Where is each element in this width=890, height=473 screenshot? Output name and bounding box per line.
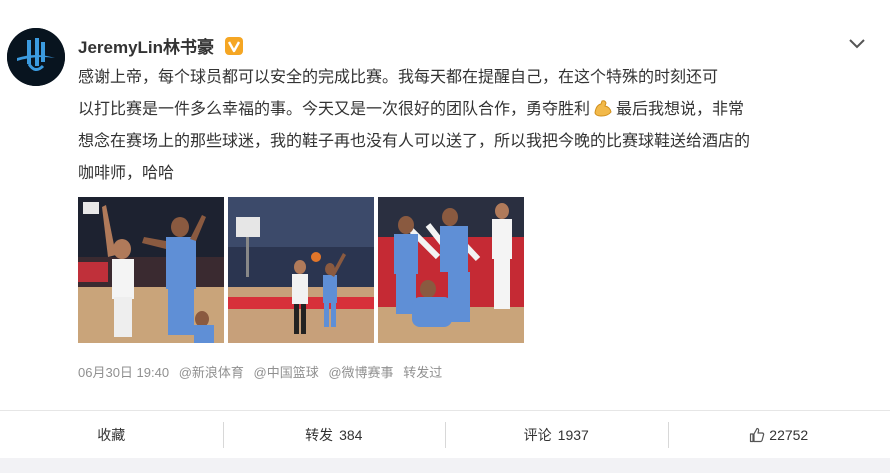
photo-2[interactable] — [228, 197, 374, 343]
post-content: 感谢上帝，每个球员都可以安全的完成比赛。我每天都在提醒自己，在这个特殊的时刻还可… — [78, 62, 878, 190]
favorite-button[interactable]: 收藏 — [0, 411, 223, 458]
weibo-post-card: JeremyLin林书豪 感谢上帝，每个球员都可以安全的完成比赛。我每天都在提醒… — [0, 0, 890, 411]
mention-2[interactable]: @中国篮球 — [254, 365, 319, 380]
post-meta: 06月30日 19:40 @新浪体育 @中国篮球 @微博赛事 转发过 — [78, 362, 448, 381]
like-button[interactable]: 22752 — [667, 411, 890, 458]
mention-1[interactable]: @新浪体育 — [179, 365, 244, 380]
post-text-line-2a: 以打比赛是一件多么幸福的事。今天又是一次很好的团队合作，勇夺胜利 — [78, 101, 591, 118]
thumbs-up-icon — [750, 427, 765, 442]
action-bar: 收藏 转发 384 评论 1937 22752 — [0, 411, 890, 458]
repost-button[interactable]: 转发 384 — [222, 411, 446, 458]
avatar[interactable] — [7, 28, 65, 86]
like-count: 22752 — [769, 426, 809, 443]
post-text-line-1: 感谢上帝，每个球员都可以安全的完成比赛。我每天都在提醒自己，在这个特殊的时刻还可 — [78, 69, 719, 86]
post-text-line-3: 想念在赛场上的那些球迷，我的鞋子再也没有人可以送了，所以我把今晚的比赛球鞋送给酒… — [78, 133, 751, 150]
v-badge-icon — [224, 37, 243, 55]
comment-count: 1937 — [557, 426, 589, 443]
username[interactable]: JeremyLin林书豪 — [78, 33, 243, 58]
repost-note: 转发过 — [403, 365, 443, 380]
favorite-label: 收藏 — [97, 426, 126, 443]
photo-1[interactable] — [78, 197, 224, 343]
post-text-line-2b: 最后我想说，非常 — [616, 101, 745, 118]
comment-label: 评论 — [523, 426, 552, 443]
post-text-line-4: 咖啡师，哈哈 — [78, 165, 175, 182]
repost-count: 384 — [339, 426, 363, 443]
post-text-line-2: 以打比赛是一件多么幸福的事。今天又是一次很好的团队合作，勇夺胜利 最后我想说，非… — [78, 94, 878, 126]
chevron-down-icon[interactable] — [846, 34, 868, 52]
flexed-biceps-icon — [594, 100, 612, 117]
photo-3[interactable] — [378, 197, 524, 343]
post-time[interactable]: 06月30日 19:40 — [78, 365, 169, 380]
jl-logo-icon — [7, 28, 65, 86]
username-text[interactable]: JeremyLin林书豪 — [78, 38, 214, 57]
comment-button[interactable]: 评论 1937 — [445, 411, 668, 458]
mention-3[interactable]: @微博赛事 — [328, 365, 393, 380]
repost-label: 转发 — [305, 426, 334, 443]
